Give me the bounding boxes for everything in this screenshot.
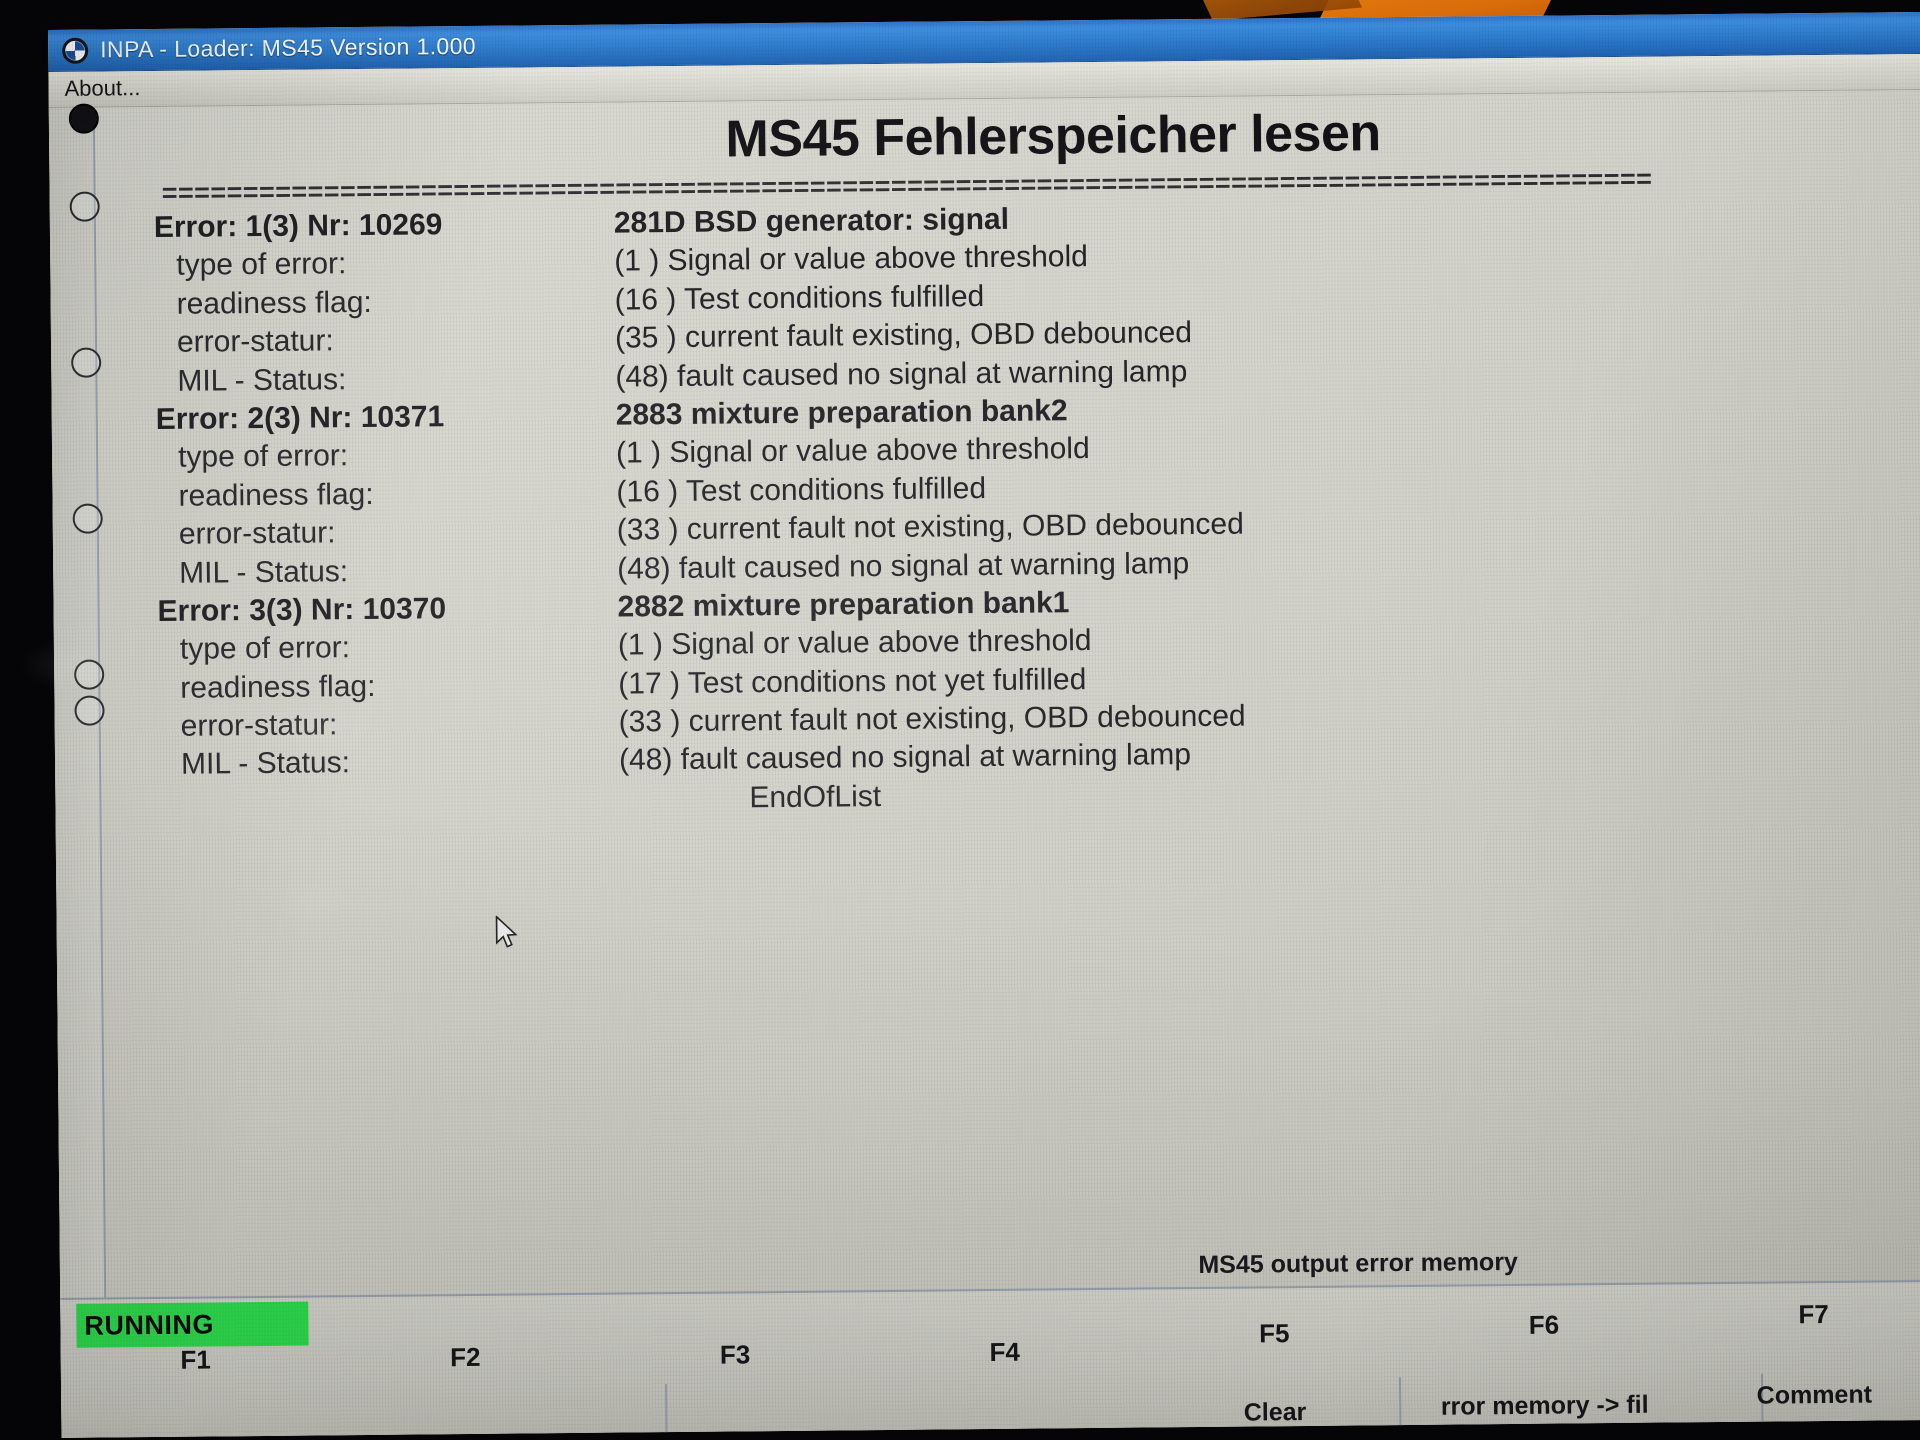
fkey-label-f7[interactable]: F7 <box>1679 1298 1920 1332</box>
fkey-caption-f5[interactable]: Clear <box>1140 1397 1410 1429</box>
field-label: error-statur: <box>180 708 338 743</box>
error-entry-title: Error: 2(3) Nr: 10371 <box>155 400 445 436</box>
field-label: readiness flag: <box>180 669 376 705</box>
status-lamp-5[interactable] <box>74 695 105 726</box>
fkey-caption-f6[interactable]: rror memory -> fil <box>1410 1390 1680 1422</box>
field-label: error-statur: <box>178 516 336 551</box>
fkey-label-f2[interactable]: F2 <box>330 1341 600 1375</box>
bmw-roundel-icon <box>62 37 89 64</box>
fkey-caption-f2[interactable] <box>331 1391 601 1423</box>
function-key-row: F1 F2 F3 F4 F5 F6 F7 <box>61 1299 1920 1377</box>
field-label: type of error: <box>176 247 347 283</box>
error-entry-title: Error: 3(3) Nr: 10370 <box>157 592 447 628</box>
fkey-caption-f3[interactable] <box>601 1388 871 1420</box>
field-label: readiness flag: <box>176 285 372 321</box>
fkey-label-f4[interactable]: F4 <box>870 1336 1140 1370</box>
function-key-caption-row: Clear rror memory -> fil Comment <box>61 1378 1920 1427</box>
fkey-label-f6[interactable]: F6 <box>1409 1308 1679 1342</box>
fkey-label-f3[interactable]: F3 <box>600 1338 870 1372</box>
window-title: INPA - Loader: MS45 Version 1.000 <box>100 32 477 63</box>
field-label: type of error: <box>179 631 351 667</box>
status-badge-running: RUNNING <box>76 1301 309 1348</box>
status-lamp-2[interactable] <box>71 347 102 378</box>
error-entry: Error: 2(3) Nr: 10371 2883 mixture prepa… <box>156 386 1920 595</box>
field-label: MIL - Status: <box>179 554 349 590</box>
monitor-screen: INPA - Loader: MS45 Version 1.000 About.… <box>48 11 1920 1438</box>
error-entry-title: Error: 1(3) Nr: 10269 <box>153 208 443 244</box>
fkey-caption-f1[interactable] <box>61 1393 331 1425</box>
field-label: MIL - Status: <box>180 746 351 782</box>
status-text: MS45 output error memory <box>1198 1247 1519 1280</box>
field-label: type of error: <box>177 439 349 475</box>
fkey-caption-f7[interactable]: Comment <box>1679 1380 1920 1412</box>
fkey-label-f5[interactable]: F5 <box>1139 1317 1409 1351</box>
fkey-caption-f4[interactable] <box>870 1386 1140 1418</box>
field-label: readiness flag: <box>178 477 374 513</box>
status-lamp-1[interactable] <box>69 191 100 222</box>
fkey-label-f1[interactable]: F1 <box>61 1343 331 1377</box>
status-lamp-3[interactable] <box>72 503 103 534</box>
photograph-frame: INPA - Loader: MS45 Version 1.000 About.… <box>0 0 1920 1440</box>
status-lamp-4[interactable] <box>74 659 105 690</box>
page-title: MS45 Fehlerspeicher lesen <box>725 104 1381 169</box>
client-area: MS45 Fehlerspeicher lesen ==============… <box>48 89 1920 1438</box>
error-entry: Error: 3(3) Nr: 10370 2882 mixture prepa… <box>157 578 1920 787</box>
indicator-rail <box>48 103 108 1438</box>
error-memory-list: Error: 1(3) Nr: 10269 281D BSD generator… <box>154 194 1920 1437</box>
error-entry: Error: 1(3) Nr: 10269 281D BSD generator… <box>154 194 1920 403</box>
field-label: error-statur: <box>176 324 334 359</box>
menu-item-about[interactable]: About... <box>48 74 154 103</box>
status-bar: MS45 output error memory RUNNING F1 F2 F… <box>60 1248 1920 1438</box>
field-label: MIL - Status: <box>177 362 347 398</box>
